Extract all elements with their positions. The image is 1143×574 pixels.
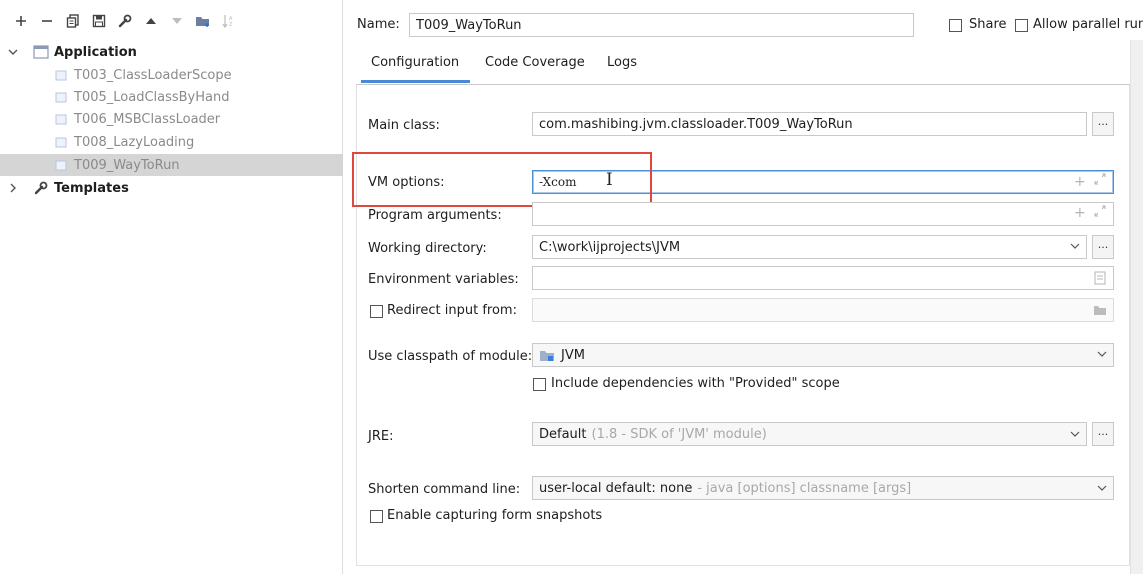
wrench-icon bbox=[32, 180, 50, 196]
tree-item-label: T003_ClassLoaderScope bbox=[74, 67, 232, 83]
folder-add-icon[interactable] bbox=[192, 10, 214, 32]
tree-item-config-selected[interactable]: T009_WayToRun bbox=[0, 154, 343, 176]
main-class-input[interactable]: com.mashibing.jvm.classloader.T009_WayTo… bbox=[532, 112, 1087, 136]
chevron-down-icon[interactable] bbox=[6, 47, 20, 57]
include-dependencies-checkbox[interactable] bbox=[533, 378, 546, 391]
working-directory-value: C:\work\ijprojects\JVM bbox=[539, 239, 681, 255]
shorten-command-line-label: Shorten command line: bbox=[368, 482, 521, 497]
chevron-down-icon[interactable] bbox=[1096, 348, 1108, 362]
application-icon bbox=[32, 44, 50, 60]
jre-value: Default bbox=[539, 426, 587, 442]
vm-options-highlight-box bbox=[352, 152, 652, 207]
name-label: Name: bbox=[357, 17, 400, 32]
active-tab-indicator bbox=[361, 80, 470, 83]
enable-snapshots-checkbox[interactable] bbox=[370, 510, 383, 523]
main-class-browse-button[interactable]: ... bbox=[1092, 112, 1114, 136]
enable-snapshots-label: Enable capturing form snapshots bbox=[387, 508, 603, 523]
share-checkbox[interactable] bbox=[949, 19, 962, 32]
environment-variables-label: Environment variables: bbox=[368, 272, 519, 287]
program-arguments-label: Program arguments: bbox=[368, 208, 502, 223]
document-icon[interactable] bbox=[1094, 271, 1106, 289]
tree-item-label: T006_MSBClassLoader bbox=[74, 111, 221, 127]
tree-item-config-3[interactable]: T008_LazyLoading bbox=[0, 131, 343, 153]
save-icon[interactable] bbox=[88, 10, 110, 32]
expand-plus-icon[interactable]: + bbox=[1074, 205, 1086, 221]
include-dependencies-label: Include dependencies with "Provided" sco… bbox=[551, 376, 840, 391]
shorten-command-line-select[interactable]: user-local default: none - java [options… bbox=[532, 476, 1114, 500]
tree-item-label: Application bbox=[54, 44, 137, 60]
chevron-down-icon[interactable] bbox=[1069, 428, 1081, 442]
chevron-right-icon[interactable] bbox=[6, 183, 20, 193]
allow-parallel-run-checkbox[interactable] bbox=[1015, 19, 1028, 32]
jre-browse-button[interactable]: ... bbox=[1092, 422, 1114, 446]
tree-item-label: T009_WayToRun bbox=[74, 157, 180, 173]
allow-parallel-run-label: Allow parallel run bbox=[1033, 17, 1143, 32]
redirect-input-checkbox[interactable] bbox=[370, 305, 383, 318]
redirect-input-field[interactable] bbox=[532, 298, 1114, 322]
configurations-tree-panel: AZ Application T003_ClassLoaderScope T00… bbox=[0, 0, 343, 574]
tree-item-config-2[interactable]: T006_MSBClassLoader bbox=[0, 108, 343, 130]
folder-icon[interactable] bbox=[1093, 304, 1107, 320]
main-class-label: Main class: bbox=[368, 118, 440, 133]
module-folder-icon bbox=[539, 349, 555, 362]
svg-text:Z: Z bbox=[229, 22, 233, 28]
jre-label: JRE: bbox=[368, 429, 394, 444]
expand-icon[interactable] bbox=[1093, 172, 1107, 190]
vertical-scrollbar[interactable] bbox=[1130, 40, 1143, 574]
tree-item-label: T005_LoadClassByHand bbox=[74, 89, 230, 105]
tree-toolbar: AZ bbox=[10, 10, 244, 32]
run-config-icon bbox=[52, 111, 70, 127]
program-arguments-input[interactable] bbox=[532, 202, 1114, 226]
tab-configuration[interactable]: Configuration bbox=[371, 55, 459, 75]
wrench-icon[interactable] bbox=[114, 10, 136, 32]
sort-icon[interactable]: AZ bbox=[218, 10, 240, 32]
plus-icon[interactable] bbox=[10, 10, 32, 32]
classpath-module-value: JVM bbox=[561, 347, 585, 363]
environment-variables-input[interactable] bbox=[532, 266, 1114, 290]
classpath-module-select[interactable]: JVM bbox=[532, 343, 1114, 367]
name-input-value: T009_WayToRun bbox=[416, 17, 522, 33]
working-directory-label: Working directory: bbox=[368, 241, 487, 256]
jre-hint: (1.8 - SDK of 'JVM' module) bbox=[591, 426, 767, 442]
main-class-value: com.mashibing.jvm.classloader.T009_WayTo… bbox=[539, 116, 853, 132]
tree-item-label: Templates bbox=[54, 180, 129, 196]
arrow-down-icon[interactable] bbox=[166, 10, 188, 32]
run-config-icon bbox=[52, 157, 70, 173]
chevron-down-icon[interactable] bbox=[1069, 240, 1081, 254]
tree-item-templates[interactable]: Templates bbox=[0, 177, 343, 199]
working-directory-input[interactable]: C:\work\ijprojects\JVM bbox=[532, 235, 1087, 259]
working-directory-browse-button[interactable]: ... bbox=[1092, 235, 1114, 259]
expand-icon[interactable] bbox=[1093, 204, 1107, 222]
expand-plus-icon[interactable]: + bbox=[1074, 174, 1086, 190]
classpath-module-label: Use classpath of module: bbox=[368, 349, 533, 364]
chevron-down-icon[interactable] bbox=[1096, 482, 1108, 496]
tree-item-config-1[interactable]: T005_LoadClassByHand bbox=[0, 86, 343, 108]
shorten-command-line-hint: - java [options] classname [args] bbox=[697, 480, 912, 496]
arrow-up-icon[interactable] bbox=[140, 10, 162, 32]
tab-code-coverage[interactable]: Code Coverage bbox=[485, 55, 585, 75]
tree-item-application[interactable]: Application bbox=[0, 41, 343, 63]
run-config-icon bbox=[52, 89, 70, 105]
tree-item-label: T008_LazyLoading bbox=[74, 134, 195, 150]
redirect-input-label: Redirect input from: bbox=[387, 303, 517, 318]
jre-select[interactable]: Default (1.8 - SDK of 'JVM' module) bbox=[532, 422, 1087, 446]
tree-item-config-0[interactable]: T003_ClassLoaderScope bbox=[0, 64, 343, 86]
share-label: Share bbox=[969, 17, 1007, 32]
run-config-icon bbox=[52, 67, 70, 83]
name-input[interactable]: T009_WayToRun bbox=[409, 13, 914, 37]
shorten-command-line-value: user-local default: none bbox=[539, 480, 693, 496]
copy-icon[interactable] bbox=[62, 10, 84, 32]
run-config-icon bbox=[52, 134, 70, 150]
tab-logs[interactable]: Logs bbox=[607, 55, 637, 75]
minus-icon[interactable] bbox=[36, 10, 58, 32]
